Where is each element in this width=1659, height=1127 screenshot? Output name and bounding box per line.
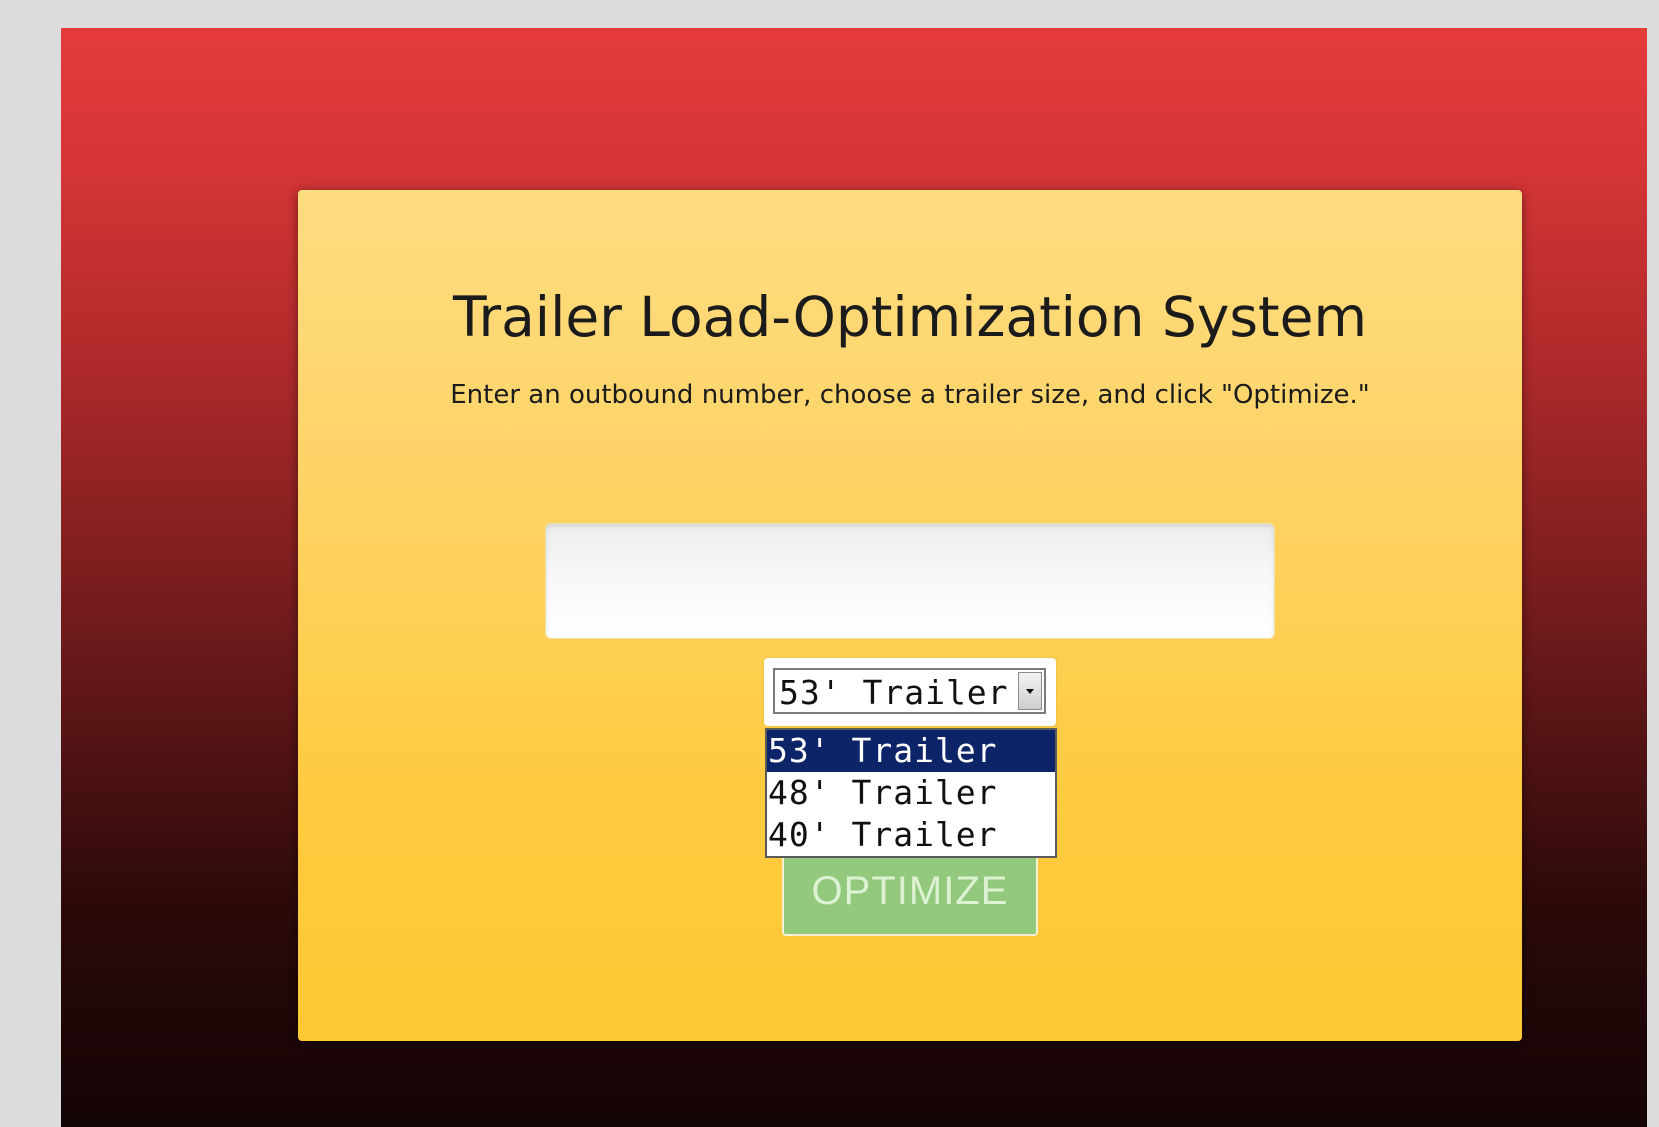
- chevron-down-icon: [1026, 688, 1034, 694]
- trailer-size-select-container: 53' Trailer: [764, 658, 1056, 726]
- dropdown-arrow-button[interactable]: [1018, 672, 1042, 710]
- page-title: Trailer Load-Optimization System: [452, 285, 1368, 349]
- trailer-size-selected-value: 53' Trailer: [779, 673, 1009, 712]
- trailer-size-select[interactable]: 53' Trailer: [773, 668, 1046, 714]
- instructions-text: Enter an outbound number, choose a trail…: [450, 380, 1370, 410]
- trailer-option-53[interactable]: 53' Trailer: [767, 730, 1055, 772]
- trailer-option-48[interactable]: 48' Trailer: [767, 772, 1055, 814]
- main-panel: Trailer Load-Optimization System Enter a…: [298, 190, 1522, 1041]
- trailer-option-40[interactable]: 40' Trailer: [767, 814, 1055, 856]
- outbound-number-input[interactable]: [545, 523, 1275, 639]
- trailer-size-dropdown-list: 53' Trailer 48' Trailer 40' Trailer: [765, 728, 1057, 858]
- optimize-button[interactable]: OPTIMIZE: [782, 846, 1038, 936]
- page-background: Trailer Load-Optimization System Enter a…: [61, 28, 1647, 1127]
